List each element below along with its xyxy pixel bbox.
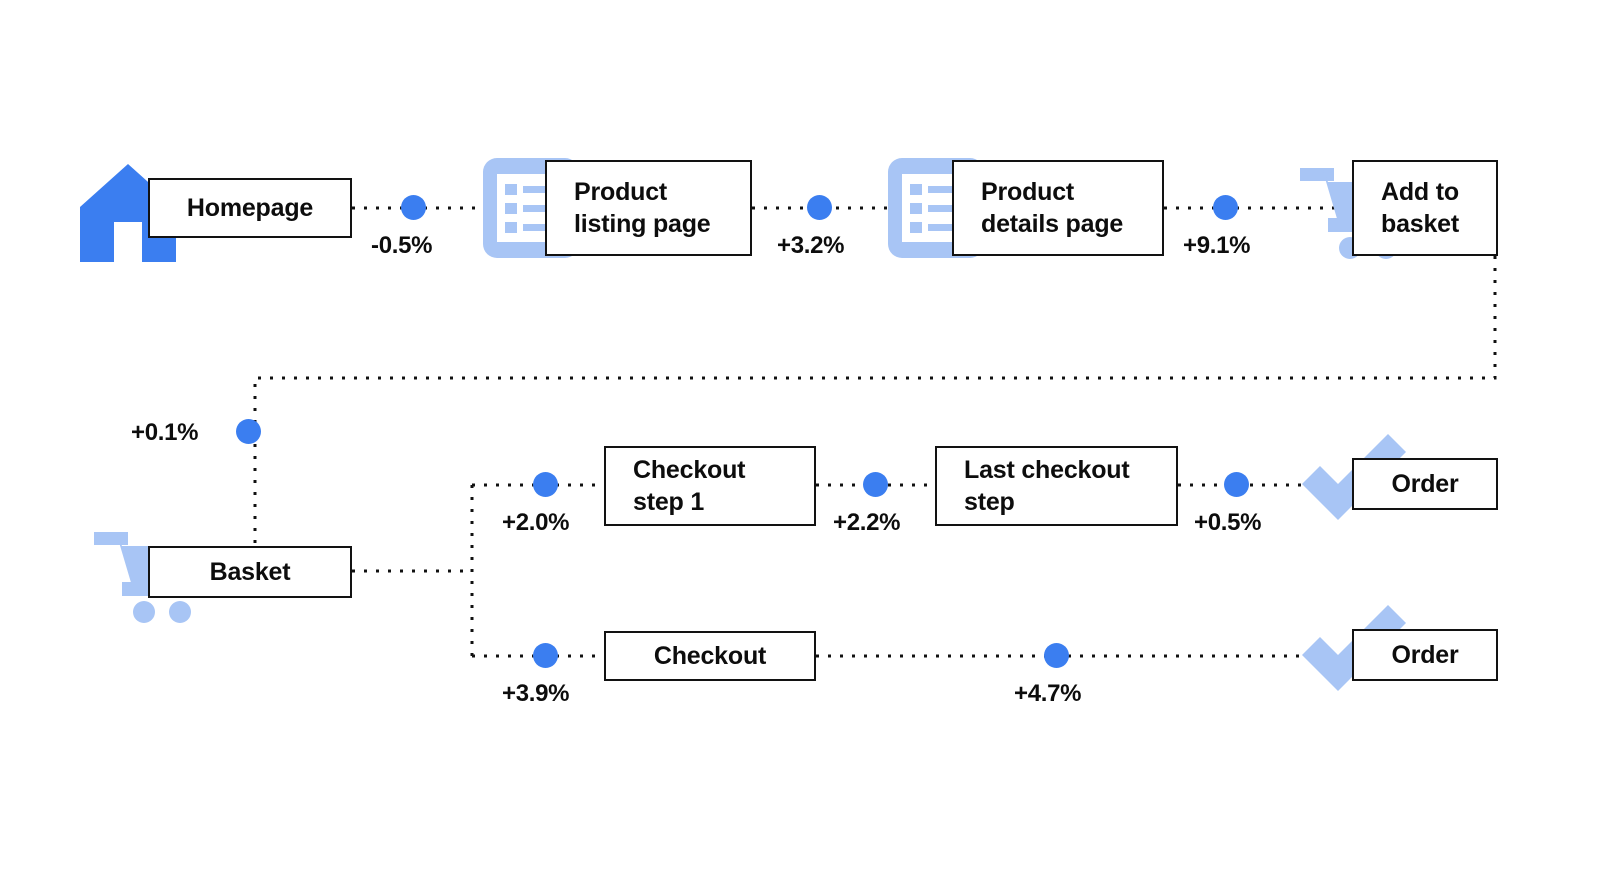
transition-dot-details-to-addbasket[interactable] [1213,195,1238,220]
node-add-to-basket[interactable]: Add to basket [1352,160,1498,256]
delta-label-addbasket-to-basket: +0.1% [131,419,199,446]
node-label: Product details page [981,178,1124,238]
node-product-details-page[interactable]: Product details page [952,160,1164,256]
node-label: Checkout step 1 [633,456,746,516]
transition-dot-basket-to-checkout-step-1[interactable] [533,472,558,497]
delta-label-basket-to-checkout: +3.9% [502,680,570,707]
node-label: Checkout [653,642,767,670]
delta-label-homepage-to-listing: -0.5% [371,232,433,259]
node-checkout-step-1[interactable]: Checkout step 1 [604,446,816,526]
transition-dot-last-step-to-order[interactable] [1224,472,1249,497]
transition-dot-addbasket-to-basket[interactable] [236,419,261,444]
node-homepage[interactable]: Homepage [148,178,352,238]
node-label: Basket [209,558,291,586]
transition-dot-homepage-to-listing[interactable] [401,195,426,220]
node-last-checkout-step[interactable]: Last checkout step [935,446,1178,526]
node-label: Order [1391,470,1459,498]
delta-label-listing-to-details: +3.2% [777,232,845,259]
delta-label-last-step-to-order: +0.5% [1194,509,1262,536]
node-label: Last checkout step [964,456,1130,516]
transition-dot-checkout-to-order[interactable] [1044,643,1069,668]
node-label: Add to basket [1381,178,1460,238]
delta-label-step1-to-last-step: +2.2% [833,509,901,536]
node-order-bottom[interactable]: Order [1352,629,1498,681]
node-product-listing-page[interactable]: Product listing page [545,160,752,256]
transition-dot-listing-to-details[interactable] [807,195,832,220]
delta-label-checkout-to-order: +4.7% [1014,680,1082,707]
node-label: Homepage [186,194,314,222]
node-checkout[interactable]: Checkout [604,631,816,681]
transition-dot-step1-to-last-step[interactable] [863,472,888,497]
delta-label-details-to-addbasket: +9.1% [1183,232,1251,259]
delta-label-basket-to-checkout-step-1: +2.0% [502,509,570,536]
funnel-diagram: Homepage Product listing page Product deta… [0,0,1601,874]
transition-dot-basket-to-checkout[interactable] [533,643,558,668]
node-basket[interactable]: Basket [148,546,352,598]
node-order-top[interactable]: Order [1352,458,1498,510]
node-label: Product listing page [574,178,711,238]
node-label: Order [1391,641,1459,669]
